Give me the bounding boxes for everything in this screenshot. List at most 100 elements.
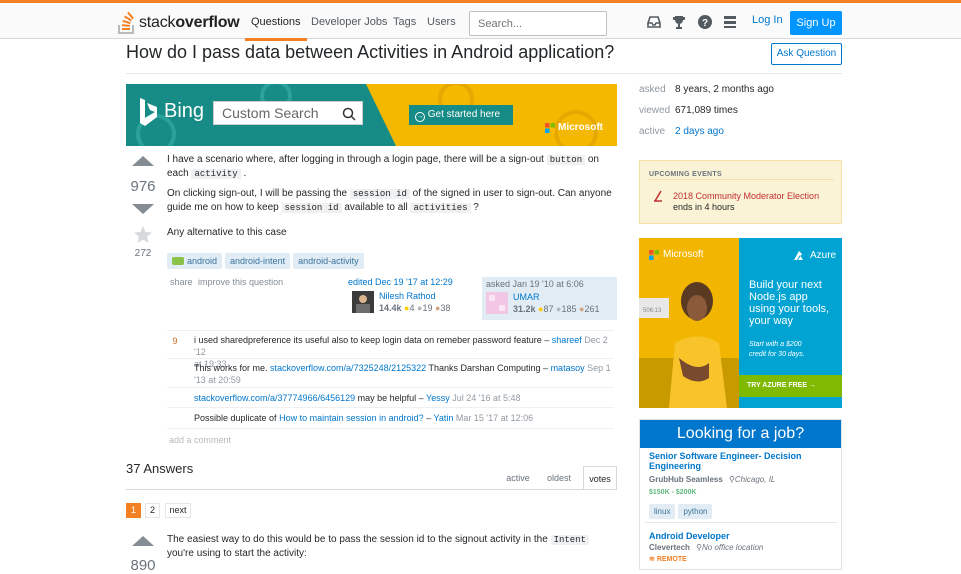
comment-divider xyxy=(167,407,614,408)
page-2[interactable]: 2 xyxy=(145,503,160,518)
answer-vote-count: 890 xyxy=(130,557,156,574)
search-icon xyxy=(342,107,356,121)
tag-android-activity[interactable]: android-activity xyxy=(293,253,364,269)
android-tag-icon xyxy=(172,257,184,265)
ad-screen-text: 506:13 xyxy=(643,308,662,314)
comment-link[interactable]: How to maintain session in android? xyxy=(279,413,424,423)
comment-4: Possible duplicate of How to maintain se… xyxy=(194,413,534,423)
azure-logo-icon xyxy=(794,250,803,260)
question-vote-count: 976 xyxy=(130,178,156,195)
comment-link[interactable]: stackoverflow.com/a/7325248/2125322 xyxy=(270,363,426,373)
asker-name[interactable]: UMAR xyxy=(513,292,540,302)
login-link[interactable]: Log In xyxy=(752,14,783,26)
events-heading: UPCOMING EVENTS xyxy=(649,171,722,178)
banner-search-box[interactable]: Custom Search xyxy=(213,101,363,125)
favorite-star-icon[interactable] xyxy=(134,226,152,243)
viewed-label: viewed xyxy=(639,105,671,116)
question-paragraph-3: Any alternative to this case xyxy=(167,227,287,238)
ad-offer: Start with a $200 credit for 30 days. xyxy=(749,341,805,358)
question-paragraph-1: I have a scenario where, after logging i… xyxy=(167,154,599,179)
editor-reputation: 14.4k ●4 ●19 ●38 xyxy=(379,303,451,313)
job-company: GrubHub Seamless ⚲Chicago, IL xyxy=(649,475,776,484)
logo-text: stackoverflow xyxy=(139,14,240,31)
identicon-cell-icon xyxy=(489,295,495,301)
tab-votes[interactable]: votes xyxy=(583,466,617,490)
page-1[interactable]: 1 xyxy=(126,503,141,518)
editor-card: edited Dec 19 '17 at 12:29 Nilesh Rathod… xyxy=(348,277,468,320)
active-value[interactable]: 2 days ago xyxy=(675,126,724,137)
asker-reputation: 31.2k ●87 ●185 ●261 xyxy=(513,304,600,314)
election-link[interactable]: 2018 Community Moderator Election xyxy=(673,191,819,201)
comment-link[interactable]: stackoverflow.com/a/37774966/6456129 xyxy=(194,393,355,403)
try-azure-button[interactable]: TRY AZURE FREE → xyxy=(739,375,842,397)
comment-3: stackoverflow.com/a/37774966/6456129 may… xyxy=(194,393,521,403)
search-input[interactable] xyxy=(469,11,607,36)
nav-developer-jobs[interactable]: Developer Jobs xyxy=(305,7,393,38)
asked-date: asked Jan 19 '10 at 6:06 xyxy=(486,279,584,289)
answer-upvote-arrow-icon[interactable] xyxy=(131,535,155,547)
election-icon xyxy=(654,190,662,202)
job-salary: $150K - $200K xyxy=(649,489,697,496)
inbox-icon[interactable] xyxy=(646,14,662,30)
share-link[interactable]: share xyxy=(170,277,193,287)
job-remote: ≋ REMOTE xyxy=(649,556,687,563)
ask-question-button[interactable]: Ask Question xyxy=(771,43,842,65)
post-menu: share improve this question xyxy=(170,277,283,287)
jobs-heading: Looking for a job? xyxy=(640,420,841,448)
comment-score: 9 xyxy=(172,336,178,346)
tab-oldest[interactable]: oldest xyxy=(540,466,578,490)
comment-user-link[interactable]: Yessy xyxy=(426,393,450,403)
ad-microsoft-brand: Microsoft xyxy=(649,249,704,260)
comment-user-link[interactable]: matasoy xyxy=(551,363,585,373)
nav-questions[interactable]: Questions xyxy=(245,7,307,41)
answers-divider xyxy=(126,489,617,490)
help-icon[interactable]: ? xyxy=(697,14,713,30)
answer-paragraph: The easiest way to do this would be to p… xyxy=(167,533,612,561)
add-comment-link[interactable]: add a comment xyxy=(169,435,231,445)
improve-link[interactable]: improve this question xyxy=(198,277,283,287)
job-tag-linux[interactable]: linux xyxy=(649,504,676,519)
bing-banner-ad[interactable]: Bing Custom Search → Get started here Mi… xyxy=(126,84,617,146)
achievements-icon[interactable] xyxy=(671,14,687,30)
question-paragraph-2: On clicking sign-out, I will be passing … xyxy=(167,188,612,213)
asker-avatar[interactable] xyxy=(486,292,508,314)
get-started-button[interactable]: → Get started here xyxy=(409,105,513,125)
comment-user-link[interactable]: shareef xyxy=(552,335,582,345)
job-title-link[interactable]: Senior Software Engineer- Decision Engin… xyxy=(649,451,835,471)
site-switcher-icon[interactable] xyxy=(722,14,738,30)
svg-text:?: ? xyxy=(702,18,708,29)
site-logo[interactable]: stackoverflow xyxy=(117,10,240,36)
job-title-link[interactable]: Android Developer xyxy=(649,531,730,541)
bing-logo-icon xyxy=(140,98,157,126)
nav-tags[interactable]: Tags xyxy=(387,7,422,38)
job-company: Clevertech ⚲No office location xyxy=(649,543,764,552)
asker-card: asked Jan 19 '10 at 6:06 UMAR 31.2k ●87 … xyxy=(482,277,617,320)
nav-users[interactable]: Users xyxy=(421,7,462,38)
tab-active[interactable]: active xyxy=(500,466,536,490)
editor-name[interactable]: Nilesh Rathod xyxy=(379,291,436,301)
edited-date-link[interactable]: edited Dec 19 '17 at 12:29 xyxy=(348,277,468,287)
asked-value: 8 years, 2 months ago xyxy=(675,84,774,95)
question-tags: android android-intent android-activity xyxy=(167,251,367,269)
title-divider xyxy=(126,73,842,74)
events-divider xyxy=(648,179,834,180)
tag-android[interactable]: android xyxy=(167,253,223,269)
favorite-count: 272 xyxy=(134,248,152,259)
tag-android-intent[interactable]: android-intent xyxy=(225,253,291,269)
job-tag-python[interactable]: python xyxy=(678,504,713,519)
azure-ad[interactable]: 506:13 Microsoft Azure Build your next No… xyxy=(639,238,842,408)
signup-button[interactable]: Sign Up xyxy=(790,11,842,35)
comment-user-link[interactable]: Yatin xyxy=(434,413,454,423)
jobs-widget: Looking for a job? Senior Software Engin… xyxy=(639,419,842,570)
upvote-arrow-icon[interactable] xyxy=(131,155,155,167)
question-title[interactable]: How do I pass data between Activities in… xyxy=(126,42,614,63)
active-label: active xyxy=(639,126,666,137)
bing-brand: Bing xyxy=(164,100,205,122)
top-bar: stackoverflow Questions Developer Jobs T… xyxy=(0,0,961,41)
comment-divider xyxy=(167,358,614,359)
page-next[interactable]: next xyxy=(165,503,191,518)
ad-azure-brand: Azure xyxy=(794,250,836,261)
job-divider xyxy=(645,522,837,523)
downvote-arrow-icon[interactable] xyxy=(131,203,155,215)
editor-avatar[interactable] xyxy=(352,291,374,313)
